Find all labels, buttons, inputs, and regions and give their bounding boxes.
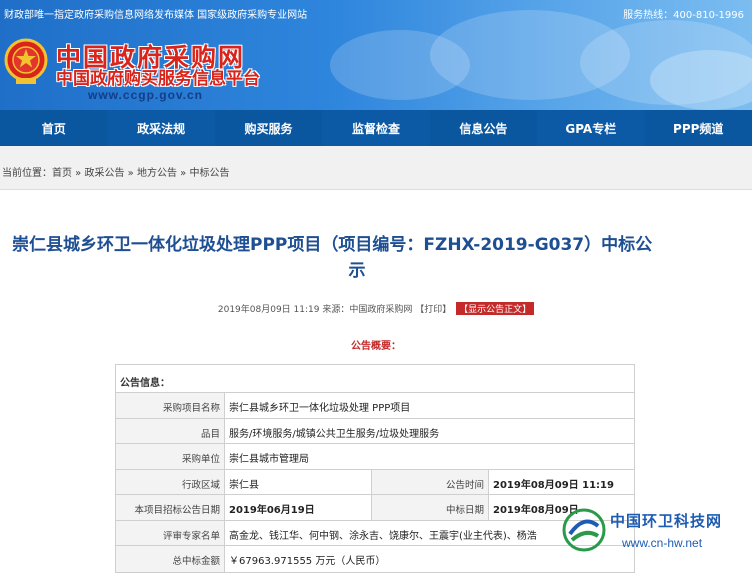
- project-name-value: 崇仁县城乡环卫一体化垃圾处理 PPP项目: [229, 403, 411, 414]
- article-meta: 2019年08月09日 11:19 来源：中国政府采购网 【打印】 【显示公告正…: [0, 302, 752, 315]
- title-line-1: 崇仁县城乡环卫一体化垃圾处理PPP项目（项目编号：FZHX-2019-G037）…: [12, 235, 653, 255]
- field-label: 公告时间: [372, 469, 489, 494]
- cn-hw-logo-icon: [562, 508, 606, 552]
- info-table-heading: 公告信息：: [116, 365, 634, 393]
- breadcrumb-local[interactable]: 地方公告: [137, 168, 177, 179]
- table-row: 评审专家名单 高金龙、钱江华、何中钢、涂永吉、饶康尔、王震宇(业主代表)、杨浩: [116, 520, 634, 546]
- field-label: 本项目招标公告日期: [116, 495, 225, 520]
- nav-ppp[interactable]: PPP频道: [644, 110, 752, 146]
- table-row: 总中标金额 ￥67963.971555 万元（人民币）: [116, 546, 634, 572]
- breadcrumb-gov-procurement[interactable]: 政采公告: [84, 168, 124, 179]
- nav-announcements[interactable]: 信息公告: [429, 110, 538, 146]
- page-title: 崇仁县城乡环卫一体化垃圾处理PPP项目（项目编号：FZHX-2019-G037）…: [12, 232, 742, 284]
- table-row: 采购项目名称 崇仁县城乡环卫一体化垃圾处理 PPP项目: [116, 393, 634, 419]
- field-label: 品目: [116, 418, 225, 443]
- table-row: 采购单位 崇仁县城市管理局: [116, 444, 634, 470]
- service-hotline: 服务热线：400-810-1996: [623, 10, 744, 21]
- watermark-url: www.cn-hw.net: [622, 536, 703, 550]
- national-emblem-icon[interactable]: [4, 38, 48, 86]
- breadcrumb-separator: »: [72, 168, 85, 179]
- breadcrumb-separator: »: [124, 168, 137, 179]
- nav-regulations[interactable]: 政采法规: [107, 110, 214, 146]
- summary-heading: 公告概要：: [351, 341, 401, 352]
- main-nav: 首页 政采法规 购买服务 监督检查 信息公告 GPA专栏 PPP频道: [0, 110, 752, 146]
- breadcrumb-prefix: 当前位置：: [2, 168, 52, 179]
- table-row: 品目 服务/环境服务/城镇公共卫生服务/垃圾处理服务: [116, 418, 634, 444]
- print-button[interactable]: 【打印】: [415, 305, 451, 315]
- category-value: 服务/环境服务/城镇公共卫生服务/垃圾处理服务: [229, 428, 440, 440]
- nav-supervision[interactable]: 监督检查: [322, 110, 429, 146]
- breadcrumb-separator: »: [176, 168, 190, 179]
- table-row: 行政区域 崇仁县 公告时间 2019年08月09日 11:19: [116, 469, 634, 495]
- table-row: 本项目招标公告日期 2019年06月19日 中标日期 2019年08月09日: [116, 495, 634, 521]
- field-label: 采购项目名称: [116, 393, 225, 418]
- nav-gpa[interactable]: GPA专栏: [537, 110, 644, 146]
- nav-purchase-services[interactable]: 购买服务: [214, 110, 323, 146]
- breadcrumb: 当前位置：首页 » 政采公告 » 地方公告 » 中标公告: [0, 146, 752, 190]
- field-label: 采购单位: [116, 444, 225, 469]
- breadcrumb-home[interactable]: 首页: [52, 168, 72, 179]
- site-banner: 财政部唯一指定政府采购信息网络发布媒体 国家级政府采购专业网站 服务热线：400…: [0, 0, 752, 110]
- announce-time-value: 2019年08月09日 11:19: [493, 479, 614, 491]
- announcement-info-table: 公告信息： 采购项目名称 崇仁县城乡环卫一体化垃圾处理 PPP项目 品目 服务/…: [115, 364, 635, 573]
- show-body-button[interactable]: 【显示公告正文】: [456, 302, 535, 315]
- field-label: 中标日期: [372, 495, 489, 520]
- top-info-strip: 财政部唯一指定政府采购信息网络发布媒体 国家级政府采购专业网站 服务热线：400…: [0, 0, 752, 24]
- purchaser-value: 崇仁县城市管理局: [229, 454, 309, 465]
- site-tagline: 财政部唯一指定政府采购信息网络发布媒体 国家级政府采购专业网站: [4, 10, 308, 21]
- breadcrumb-award[interactable]: 中标公告: [189, 168, 229, 179]
- region-value: 崇仁县: [225, 469, 372, 494]
- site-subtitle: 中国政府购买服务信息平台: [56, 69, 260, 89]
- watermark-name: 中国环卫科技网: [610, 512, 723, 530]
- title-line-2: 示: [348, 261, 366, 281]
- nav-home[interactable]: 首页: [0, 110, 108, 146]
- field-label: 行政区域: [116, 469, 225, 494]
- watermark: 中国环卫科技网 www.cn-hw.net: [560, 502, 750, 562]
- field-label: 评审专家名单: [116, 520, 225, 545]
- site-url[interactable]: www.ccgp.gov.cn: [88, 88, 203, 102]
- publish-info: 2019年08月09日 11:19 来源：中国政府采购网: [217, 305, 413, 315]
- bid-date-value: 2019年06月19日: [225, 495, 372, 520]
- field-label: 总中标金额: [116, 546, 225, 572]
